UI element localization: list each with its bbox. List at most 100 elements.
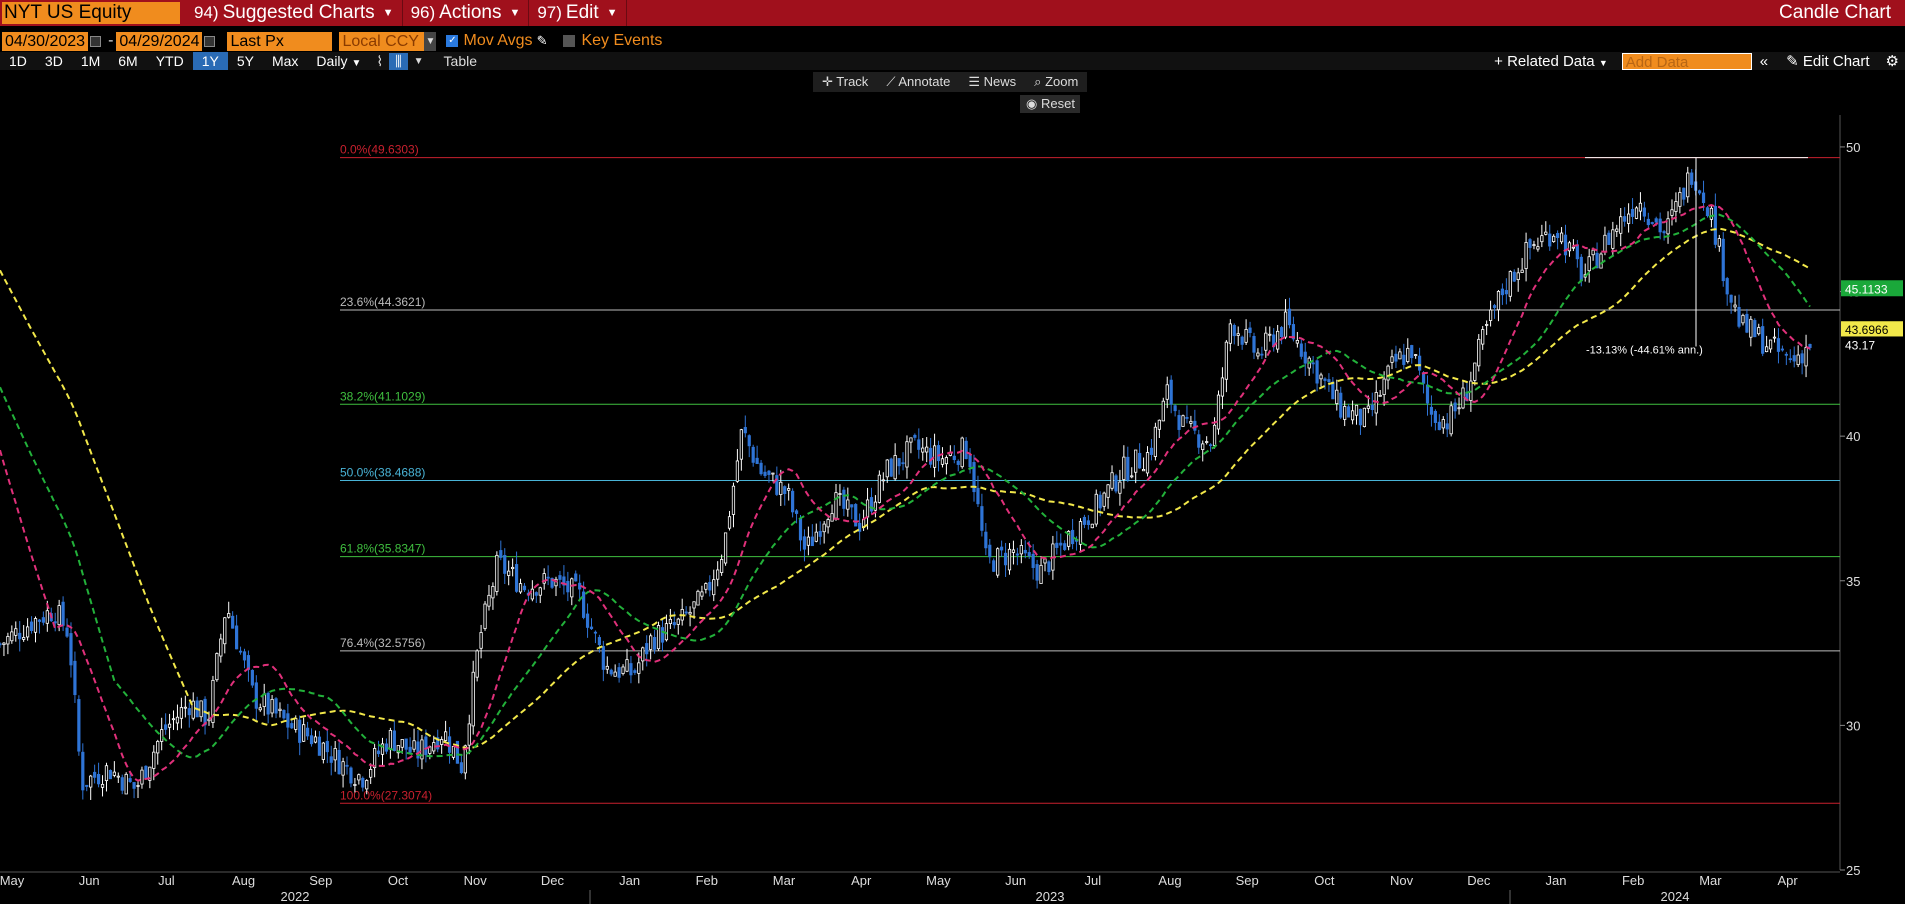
candle-body [128,778,132,782]
candle-body [1804,347,1808,367]
candle-body [361,777,365,788]
candle-body [1134,449,1138,473]
candle-body [1654,218,1658,223]
candle-body [1197,434,1201,448]
candle-body [1800,353,1804,364]
candle-body [1165,384,1169,400]
candle-body [475,650,479,678]
candle-body [976,487,980,505]
candle-body [1244,329,1248,343]
candle-body [1437,421,1441,431]
candle-body [818,530,822,537]
candle-body [1378,394,1382,397]
candle-body [199,700,203,718]
candle-body [108,770,113,780]
candle-body [700,591,704,597]
candle-body [1303,351,1307,364]
reset-button[interactable]: ◉ Reset [1020,95,1080,113]
candle-body [1488,309,1493,321]
x-month-label: Feb [1622,873,1644,888]
fib-level-label: 61.8%(35.8347) [340,542,425,556]
candle-body [1354,404,1359,416]
candle-body [1492,305,1497,308]
candle-body [511,566,515,570]
candle-body [1043,558,1047,564]
candle-body [917,439,921,450]
candle-body [893,455,897,480]
candle-body [629,663,633,676]
candle-body [1496,291,1501,311]
candle-body [443,731,448,741]
x-month-label: Mar [1699,873,1722,888]
candle-body [822,523,826,533]
candle-body [1587,256,1591,272]
annotate-button[interactable]: ⟋ Annotate [877,74,959,90]
candle-body [1299,343,1303,357]
candle-body [1682,187,1686,200]
candle-body [329,756,333,763]
candle-body [992,560,996,572]
candle-body [1157,419,1161,430]
candle-body [708,581,712,591]
candle-body [61,601,65,626]
candle-body [1283,311,1288,338]
candle-body [1216,394,1221,430]
candle-body [1678,192,1682,207]
candle-body [1090,523,1094,529]
candle-body [1627,213,1631,224]
candle-body [1765,346,1769,353]
price-chart[interactable]: 2530354045500.0%(49.6303)23.6%(44.3621)3… [0,0,1905,904]
fib-level-label: 0.0%(49.6303) [340,143,419,157]
candle-body [1319,374,1323,380]
candle-body [1761,326,1765,354]
candle-body [1650,222,1654,224]
candle-body [1591,249,1595,256]
candle-body [1212,424,1217,446]
candle-body [294,718,298,730]
candle-body [495,554,499,592]
y-tick-label: 35 [1846,574,1860,589]
zoom-button[interactable]: ⌕ Zoom [1025,74,1087,90]
candle-body [81,751,85,791]
candle-body [1571,246,1575,249]
candle-body [613,671,617,677]
candle-body [6,636,10,645]
track-button[interactable]: ✛ Track [813,74,877,90]
candle-body [688,611,692,615]
candle-body [1153,426,1158,457]
candle-body [26,626,30,638]
x-year-label: 2024 [1661,889,1690,904]
candle-body [763,471,767,476]
candle-body [305,727,310,737]
candle-body [491,585,495,599]
candle-body [1264,332,1268,351]
candle-body [325,740,329,753]
candle-body [1331,381,1335,400]
news-button[interactable]: ☰ News [959,74,1025,90]
candle-body [1579,256,1583,282]
candle-body [692,601,696,609]
candle-body [684,611,688,614]
candle-body [1709,207,1714,220]
candle-body [1177,415,1181,430]
magnifier-icon: ⌕ [1034,74,1046,89]
candle-body [1768,339,1773,350]
candle-body [1279,327,1284,338]
candle-body [1394,353,1398,362]
x-month-label: Jan [619,873,640,888]
candle-body [641,647,645,662]
candle-body [392,730,396,751]
candle-body [1745,313,1749,333]
x-month-label: Aug [232,873,255,888]
candle-body [1347,406,1351,418]
fib-level-label: 23.6%(44.3621) [340,295,425,309]
candle-body [905,441,909,468]
candle-body [940,458,945,465]
candle-body [1638,202,1643,212]
candle-body [1729,294,1733,303]
candle-body [1670,209,1674,216]
candle-body [743,427,747,434]
candle-body [1339,392,1343,418]
candle-body [0,643,2,646]
last-value-tag-label: 43.6966 [1845,323,1889,337]
